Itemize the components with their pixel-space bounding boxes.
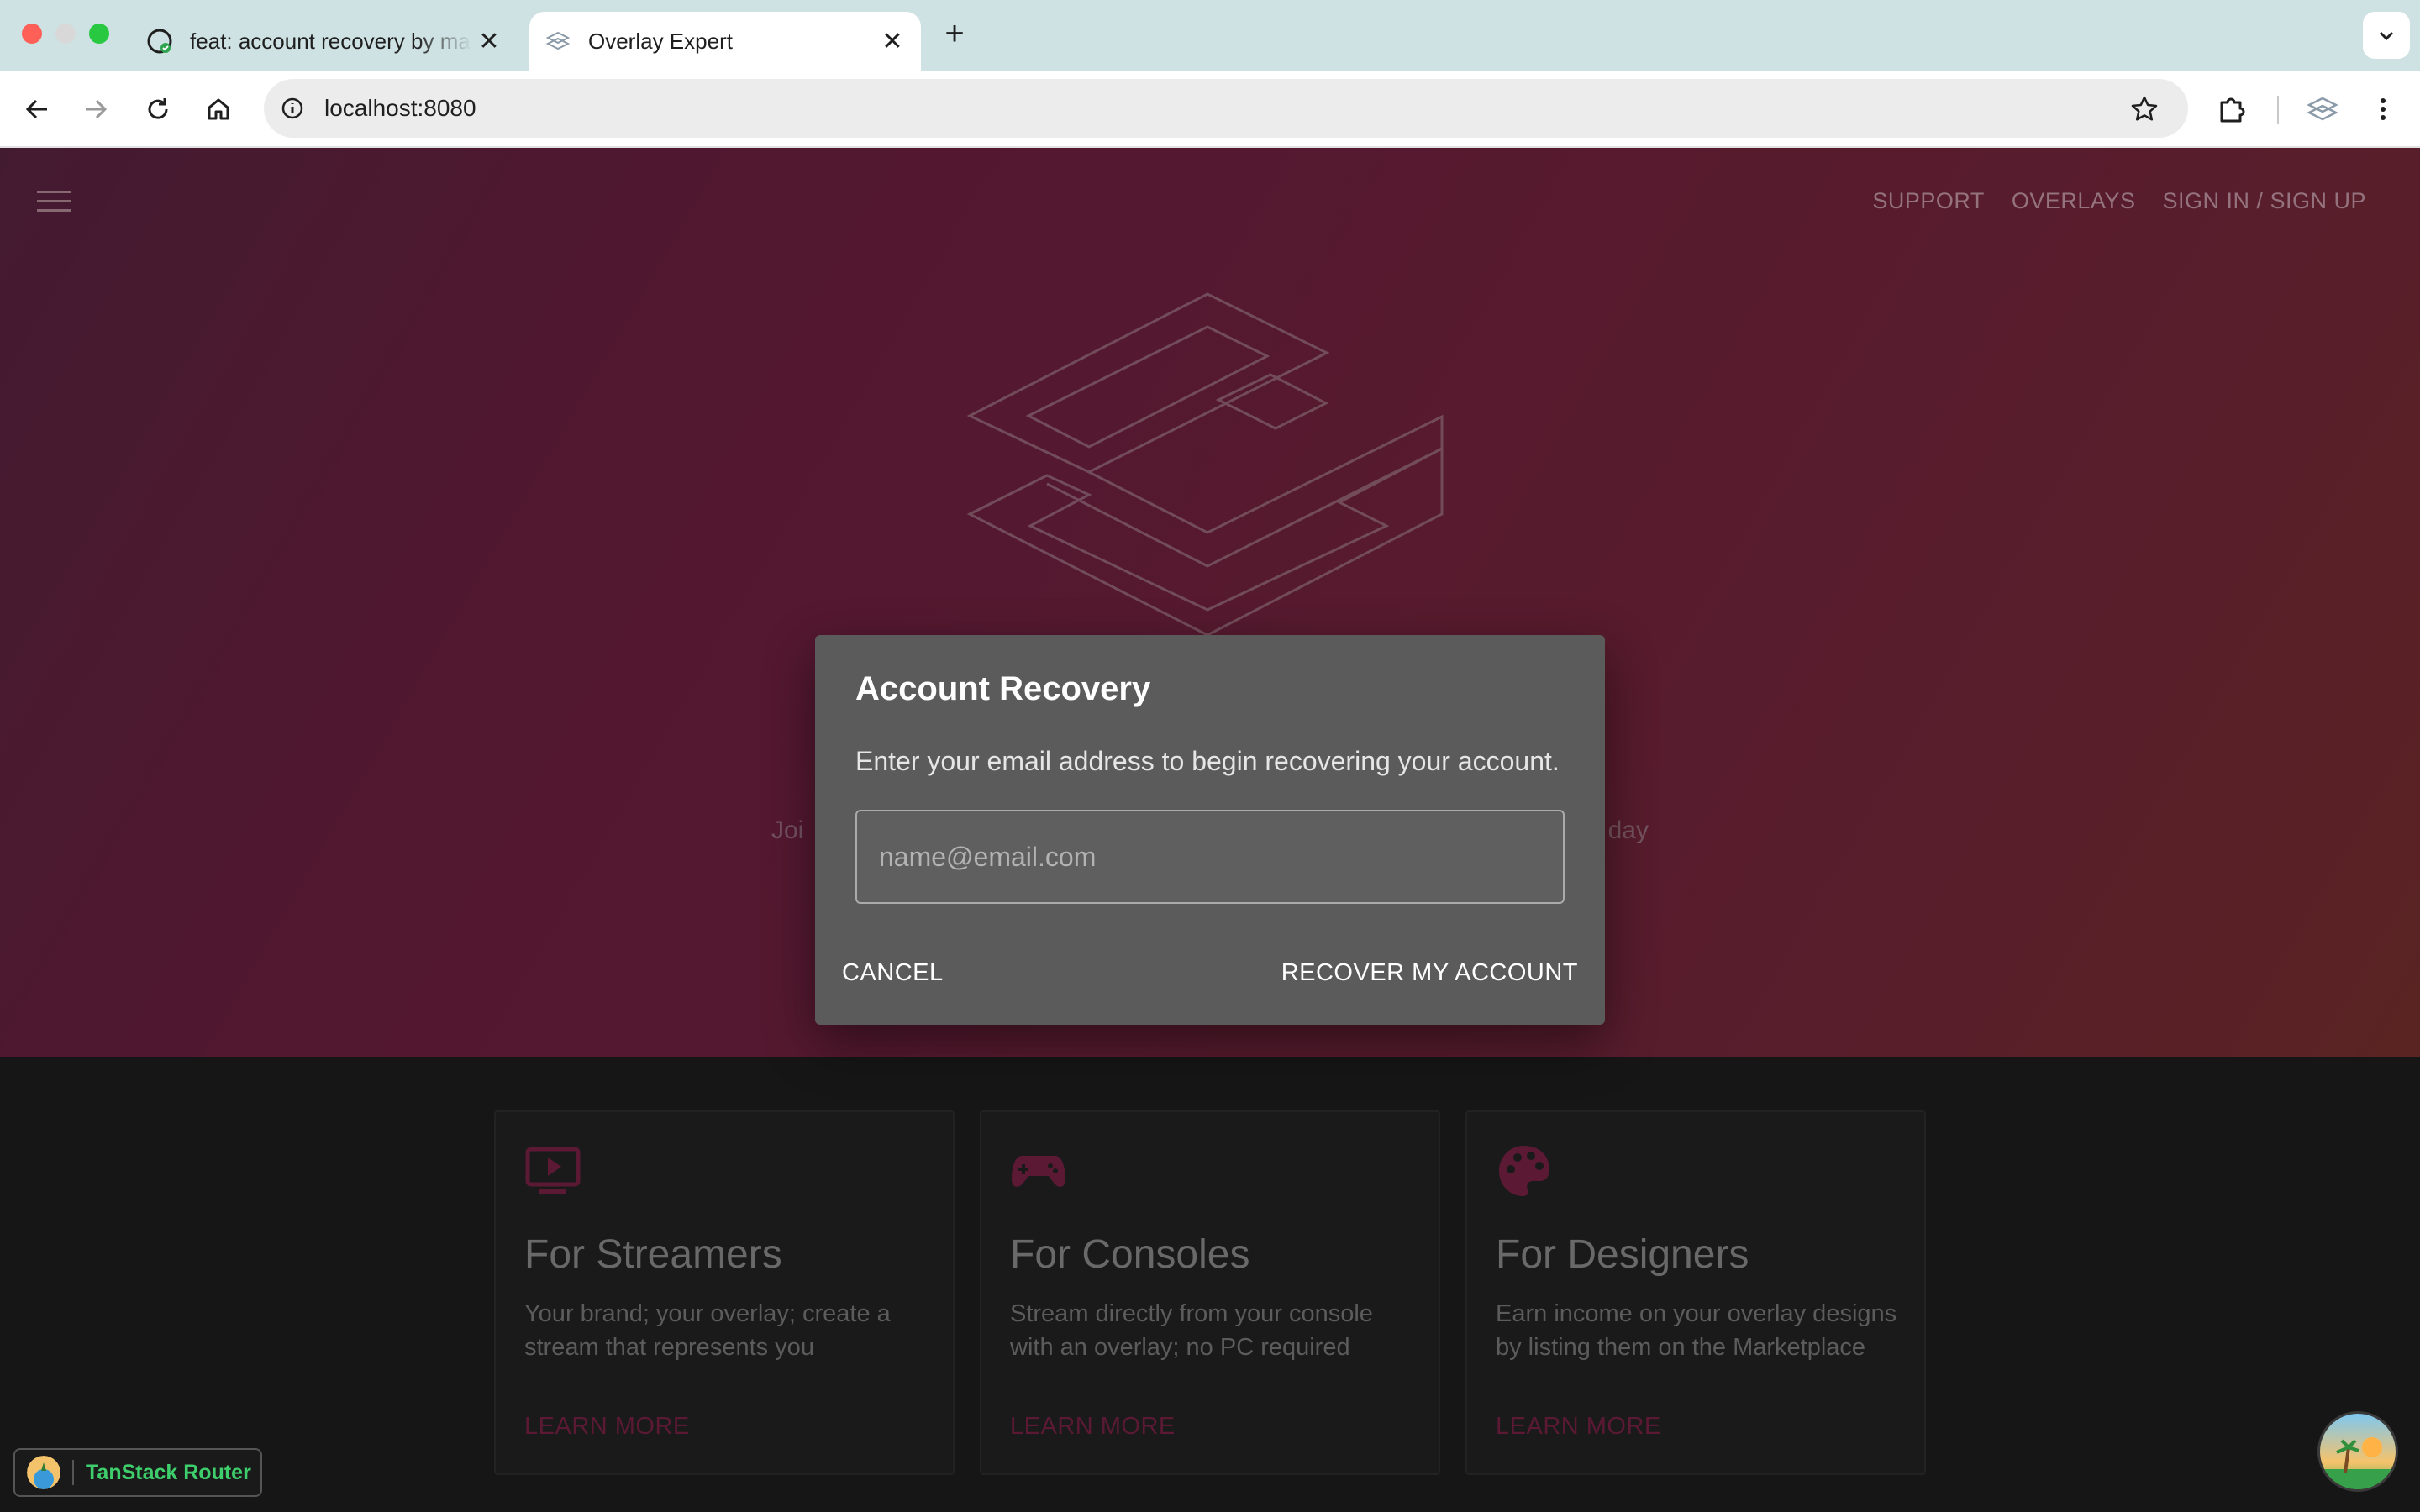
close-tab-icon[interactable]: ✕ bbox=[472, 24, 506, 58]
top-nav: SUPPORT OVERLAYS SIGN IN / SIGN UP bbox=[1872, 188, 2366, 214]
account-recovery-dialog: Account Recovery Enter your email addres… bbox=[815, 635, 1605, 1025]
email-input[interactable] bbox=[855, 810, 1565, 904]
reload-button[interactable] bbox=[138, 89, 178, 129]
overlay-expert-icon bbox=[2307, 97, 2338, 121]
close-tab-icon[interactable]: ✕ bbox=[876, 24, 909, 58]
feature-card-streamers: For Streamers Your brand; your overlay; … bbox=[494, 1110, 955, 1475]
reload-icon bbox=[148, 98, 168, 119]
overlay-expert-icon bbox=[543, 26, 573, 56]
github-icon bbox=[145, 26, 175, 56]
tagline-left-fragment: Joi bbox=[771, 816, 804, 844]
arrow-right-icon bbox=[86, 99, 108, 119]
toolbar-divider bbox=[2277, 96, 2279, 124]
tagline-right-fragment: day bbox=[1607, 816, 1649, 844]
browser-tab-bar: feat: account recovery by mar ✕ Overlay … bbox=[0, 0, 2420, 71]
menu-icon[interactable] bbox=[35, 188, 72, 215]
feature-description: Your brand; your overlay; create a strea… bbox=[524, 1300, 891, 1361]
recover-account-button[interactable]: RECOVER MY ACCOUNT bbox=[1281, 959, 1578, 987]
learn-more-link[interactable]: LEARN MORE bbox=[1010, 1413, 1176, 1441]
minimize-window-button[interactable] bbox=[55, 24, 76, 44]
overlay-expert-logo bbox=[966, 292, 1444, 635]
extensions-button[interactable] bbox=[2212, 89, 2252, 129]
learn-more-link[interactable]: LEARN MORE bbox=[524, 1413, 690, 1441]
feature-description: Stream directly from your console with a… bbox=[1010, 1300, 1373, 1361]
gamepad-icon bbox=[1012, 1156, 1065, 1187]
video-player-icon bbox=[525, 1147, 581, 1194]
tab-title: Overlay Expert bbox=[588, 28, 733, 54]
site-info-icon[interactable] bbox=[279, 95, 306, 122]
address-bar[interactable]: localhost:8080 bbox=[264, 79, 2188, 138]
home-icon bbox=[208, 98, 229, 120]
tanstack-logo-icon bbox=[27, 1456, 60, 1489]
browser-tab-overlay-expert[interactable]: Overlay Expert ✕ bbox=[529, 12, 921, 71]
learn-more-link[interactable]: LEARN MORE bbox=[1496, 1413, 1661, 1441]
devtools-label: TanStack Router bbox=[86, 1460, 251, 1484]
nav-support-link[interactable]: SUPPORT bbox=[1872, 188, 1985, 214]
arrow-left-icon bbox=[25, 99, 47, 119]
puzzle-icon bbox=[2220, 97, 2245, 123]
browser-toolbar: localhost:8080 bbox=[0, 71, 2420, 148]
feature-description: Earn income on your overlay designs by l… bbox=[1496, 1300, 1897, 1361]
feature-title: For Designers bbox=[1496, 1232, 1749, 1277]
close-window-button[interactable] bbox=[22, 24, 42, 44]
feature-card-consoles: For Consoles Stream directly from your c… bbox=[980, 1110, 1440, 1475]
devtools-orb-icon[interactable] bbox=[2317, 1411, 2398, 1492]
tab-title: feat: account recovery by mar bbox=[190, 28, 472, 54]
features-section: For Streamers Your brand; your overlay; … bbox=[0, 1057, 2420, 1512]
palette-icon bbox=[1499, 1146, 1549, 1196]
new-tab-button[interactable]: + bbox=[938, 17, 971, 54]
tanstack-router-devtools-button[interactable]: TanStack Router bbox=[13, 1448, 262, 1497]
back-button[interactable] bbox=[17, 89, 57, 129]
feature-title: For Consoles bbox=[1010, 1232, 1250, 1277]
home-button[interactable] bbox=[198, 89, 239, 129]
more-vertical-icon bbox=[2381, 98, 2386, 120]
maximize-window-button[interactable] bbox=[89, 24, 109, 44]
forward-button[interactable] bbox=[76, 89, 116, 129]
url-text: localhost:8080 bbox=[324, 95, 476, 121]
cancel-button[interactable]: CANCEL bbox=[842, 959, 944, 987]
browser-menu-button[interactable] bbox=[2363, 89, 2403, 129]
browser-tab-github[interactable]: feat: account recovery by mar ✕ bbox=[131, 12, 518, 71]
bookmark-star-icon[interactable] bbox=[2129, 94, 2160, 124]
feature-title: For Streamers bbox=[524, 1232, 782, 1277]
nav-overlays-link[interactable]: OVERLAYS bbox=[2012, 188, 2136, 214]
dialog-title: Account Recovery bbox=[855, 670, 1151, 707]
overlay-extension-button[interactable] bbox=[2302, 89, 2343, 129]
tab-search-button[interactable] bbox=[2363, 12, 2410, 59]
devtools-divider bbox=[72, 1460, 74, 1485]
feature-card-designers: For Designers Earn income on your overla… bbox=[1465, 1110, 1926, 1475]
nav-signin-link[interactable]: SIGN IN / SIGN UP bbox=[2162, 188, 2366, 214]
dialog-description: Enter your email address to begin recove… bbox=[855, 746, 1560, 776]
chevron-down-icon bbox=[2379, 31, 2394, 41]
